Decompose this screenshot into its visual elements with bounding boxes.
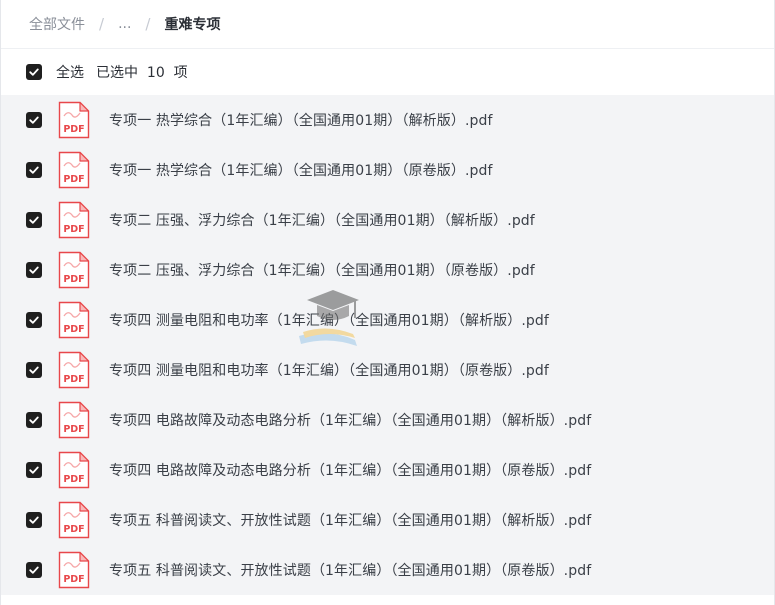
file-name[interactable]: 专项二 压强、浮力综合（1年汇编）（全国通用01期）（原卷版）.pdf [109, 260, 535, 280]
selection-bar: 全选 已选中 10 项 [1, 49, 774, 95]
checkmark-icon [29, 416, 39, 424]
checkmark-icon [29, 68, 39, 76]
pdf-label: PDF [63, 424, 84, 435]
file-name[interactable]: 专项二 压强、浮力综合（1年汇编）（全国通用01期）（解析版）.pdf [109, 210, 535, 230]
pdf-icon: PDF [58, 201, 90, 239]
file-name[interactable]: 专项四 测量电阻和电功率（1年汇编）（全国通用01期）（解析版）.pdf [109, 310, 549, 330]
pdf-icon: PDF [58, 551, 90, 589]
file-name[interactable]: 专项五 科普阅读文、开放性试题（1年汇编）（全国通用01期）（原卷版）.pdf [109, 560, 591, 580]
pdf-icon: PDF [58, 351, 90, 389]
file-name[interactable]: 专项四 电路故障及动态电路分析（1年汇编）（全国通用01期）（原卷版）.pdf [109, 460, 591, 480]
pdf-label: PDF [63, 274, 84, 285]
pdf-label: PDF [63, 474, 84, 485]
pdf-icon: PDF [58, 301, 90, 339]
checkmark-icon [29, 566, 39, 574]
file-checkbox[interactable] [26, 112, 42, 128]
file-checkbox[interactable] [26, 412, 42, 428]
file-row[interactable]: PDF 专项一 热学综合（1年汇编）（全国通用01期）（原卷版）.pdf [1, 145, 774, 195]
file-checkbox[interactable] [26, 562, 42, 578]
file-checkbox[interactable] [26, 512, 42, 528]
file-row[interactable]: PDF 专项二 压强、浮力综合（1年汇编）（全国通用01期）（解析版）.pdf [1, 195, 774, 245]
file-name[interactable]: 专项四 测量电阻和电功率（1年汇编）（全国通用01期）（原卷版）.pdf [109, 360, 549, 380]
file-checkbox[interactable] [26, 362, 42, 378]
breadcrumb-root[interactable]: 全部文件 [29, 14, 85, 34]
pdf-label: PDF [63, 524, 84, 535]
breadcrumb-ellipsis[interactable]: ... [118, 16, 131, 32]
pdf-icon: PDF [58, 101, 90, 139]
file-name[interactable]: 专项一 热学综合（1年汇编）（全国通用01期）（解析版）.pdf [109, 110, 493, 130]
pdf-label: PDF [63, 324, 84, 335]
checkmark-icon [29, 216, 39, 224]
pdf-icon: PDF [58, 501, 90, 539]
file-checkbox[interactable] [26, 212, 42, 228]
selected-unit: 项 [173, 65, 188, 81]
selected-count: 10 [146, 65, 165, 81]
file-row[interactable]: PDF 专项五 科普阅读文、开放性试题（1年汇编）（全国通用01期）（原卷版）.… [1, 545, 774, 595]
file-list: PDF 专项一 热学综合（1年汇编）（全国通用01期）（解析版）.pdf PDF… [1, 95, 774, 595]
pdf-label: PDF [63, 574, 84, 585]
file-browser: 全部文件 / ... / 重难专项 全选 已选中 10 项 PDF 专项一 热学… [0, 0, 775, 605]
select-all-label[interactable]: 全选 [56, 62, 84, 82]
pdf-icon: PDF [58, 251, 90, 289]
pdf-label: PDF [63, 374, 84, 385]
select-all-checkbox[interactable] [26, 64, 42, 80]
file-checkbox[interactable] [26, 462, 42, 478]
file-checkbox[interactable] [26, 312, 42, 328]
selected-prefix: 已选中 [96, 65, 138, 81]
file-row[interactable]: PDF 专项一 热学综合（1年汇编）（全国通用01期）（解析版）.pdf [1, 95, 774, 145]
file-name[interactable]: 专项四 电路故障及动态电路分析（1年汇编）（全国通用01期）（解析版）.pdf [109, 410, 591, 430]
file-row[interactable]: PDF 专项四 电路故障及动态电路分析（1年汇编）（全国通用01期）（原卷版）.… [1, 445, 774, 495]
breadcrumb-separator: / [145, 15, 151, 33]
checkmark-icon [29, 116, 39, 124]
file-row[interactable]: PDF 专项四 测量电阻和电功率（1年汇编）（全国通用01期）（解析版）.pdf [1, 295, 774, 345]
pdf-label: PDF [63, 224, 84, 235]
breadcrumb-current: 重难专项 [164, 17, 221, 33]
checkmark-icon [29, 466, 39, 474]
pdf-icon: PDF [58, 151, 90, 189]
file-checkbox[interactable] [26, 262, 42, 278]
file-row[interactable]: PDF 专项五 科普阅读文、开放性试题（1年汇编）（全国通用01期）（解析版）.… [1, 495, 774, 545]
file-name[interactable]: 专项五 科普阅读文、开放性试题（1年汇编）（全国通用01期）（解析版）.pdf [109, 510, 591, 530]
pdf-label: PDF [63, 174, 84, 185]
checkmark-icon [29, 166, 39, 174]
checkmark-icon [29, 516, 39, 524]
checkmark-icon [29, 316, 39, 324]
file-row[interactable]: PDF 专项四 测量电阻和电功率（1年汇编）（全国通用01期）（原卷版）.pdf [1, 345, 774, 395]
breadcrumb-separator: / [99, 15, 105, 33]
pdf-icon: PDF [58, 451, 90, 489]
checkmark-icon [29, 366, 39, 374]
file-checkbox[interactable] [26, 162, 42, 178]
file-row[interactable]: PDF 专项四 电路故障及动态电路分析（1年汇编）（全国通用01期）（解析版）.… [1, 395, 774, 445]
breadcrumb: 全部文件 / ... / 重难专项 [1, 0, 774, 49]
checkmark-icon [29, 266, 39, 274]
file-row[interactable]: PDF 专项二 压强、浮力综合（1年汇编）（全国通用01期）（原卷版）.pdf [1, 245, 774, 295]
selected-count-text: 已选中 10 项 [96, 62, 188, 82]
file-name[interactable]: 专项一 热学综合（1年汇编）（全国通用01期）（原卷版）.pdf [109, 160, 493, 180]
pdf-label: PDF [63, 124, 84, 135]
pdf-icon: PDF [58, 401, 90, 439]
